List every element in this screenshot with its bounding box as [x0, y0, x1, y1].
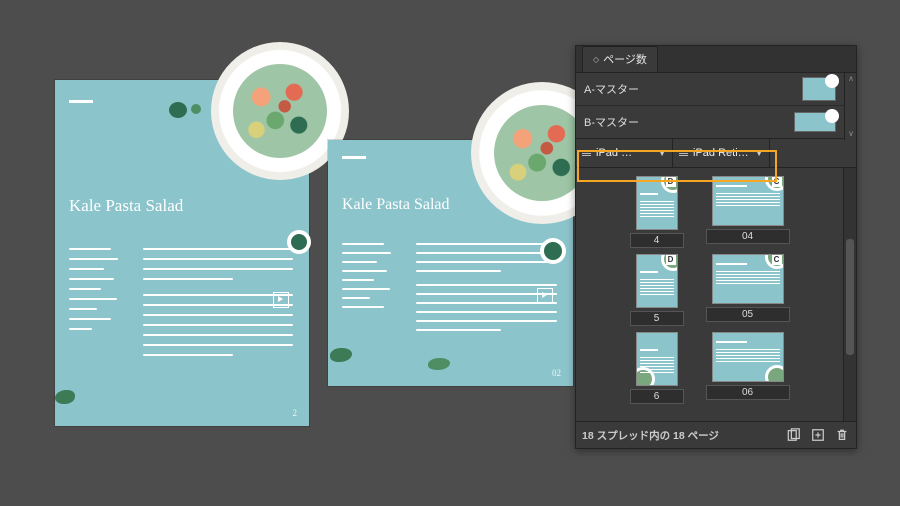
page-thumbnail[interactable]: D [636, 254, 678, 308]
garnish-cup [287, 230, 311, 254]
page-number: 2 [293, 408, 298, 418]
page-thumbnail[interactable] [636, 332, 678, 386]
master-row[interactable]: A-マスター [576, 73, 844, 105]
garnish-leaf [330, 348, 352, 362]
layout-icon [679, 151, 688, 156]
recipe-title: Kale Pasta Salad [69, 196, 183, 216]
master-label: A-マスター [584, 81, 794, 97]
master-letter: C [772, 255, 782, 265]
text-columns [342, 236, 557, 338]
page-number-label[interactable]: 04 [706, 229, 790, 244]
garnish-leaves [169, 102, 187, 118]
pages-panel: ◇ ページ数 A-マスター B-マスター ∧∨ iPad … ▼ [575, 45, 857, 449]
layout-label: iPad Retin… [693, 147, 750, 159]
page-thumbnail[interactable]: D [636, 176, 678, 230]
page-number-label[interactable]: 4 [630, 233, 684, 248]
layout-dropdown-left[interactable]: iPad … ▼ [576, 139, 673, 167]
page-thumbnail[interactable]: C [712, 254, 784, 304]
layout-label: iPad … [596, 147, 653, 159]
page-thumbnails-area[interactable]: D 4 C 04 [576, 168, 843, 421]
recipe-title: Kale Pasta Salad [342, 196, 450, 214]
master-letter: D [666, 255, 676, 265]
master-letter: D [666, 177, 676, 187]
layout-tools [770, 139, 856, 167]
page-number-label[interactable]: 06 [706, 385, 790, 400]
status-text: 18 スプレッド内の 18 ページ [582, 428, 778, 443]
tab-label: ページ数 [603, 51, 647, 67]
layout-icon [582, 151, 591, 156]
play-icon[interactable] [273, 292, 289, 308]
master-pages-list: A-マスター B-マスター [576, 73, 844, 139]
master-row[interactable]: B-マスター [576, 105, 844, 138]
page-number-label[interactable]: 5 [630, 311, 684, 326]
trash-icon[interactable] [834, 427, 850, 443]
alternate-layout-bar: iPad … ▼ iPad Retin… ▼ [576, 139, 856, 168]
pages-scrollbar[interactable] [843, 168, 856, 421]
page-number: 02 [552, 368, 561, 378]
master-thumb[interactable] [794, 112, 836, 132]
master-label: B-マスター [584, 114, 786, 130]
page-number-label[interactable]: 6 [630, 389, 684, 404]
text-columns [69, 240, 293, 364]
master-letter: C [772, 177, 782, 187]
accent-bar [69, 100, 93, 103]
document-page-portrait[interactable]: Kale Pasta Salad 2 [55, 80, 309, 426]
panel-tabbar: ◇ ページ数 [576, 46, 856, 73]
garnish-leaf [428, 358, 450, 370]
tab-drag-icon: ◇ [593, 55, 599, 64]
chevron-down-icon: ▼ [658, 149, 666, 158]
panel-footer: 18 スプレッド内の 18 ページ [576, 421, 856, 448]
masters-scrollbar[interactable]: ∧∨ [844, 72, 857, 140]
page-number-label[interactable]: 05 [706, 307, 790, 322]
garnish-cup [540, 238, 566, 264]
accent-bar [342, 156, 366, 159]
layout-options-icon[interactable] [786, 427, 802, 443]
play-icon[interactable] [537, 288, 553, 304]
page-thumbnail[interactable] [712, 332, 784, 382]
layout-dropdown-right[interactable]: iPad Retin… ▼ [673, 139, 770, 167]
tab-pages[interactable]: ◇ ページ数 [582, 46, 658, 72]
document-page-landscape[interactable]: Kale Pasta Salad 02 [328, 140, 573, 386]
new-page-icon[interactable] [810, 427, 826, 443]
page-thumbnail[interactable]: C [712, 176, 784, 226]
garnish-leaf [55, 390, 75, 404]
chevron-down-icon: ▼ [755, 149, 763, 158]
master-thumb[interactable] [802, 77, 836, 101]
